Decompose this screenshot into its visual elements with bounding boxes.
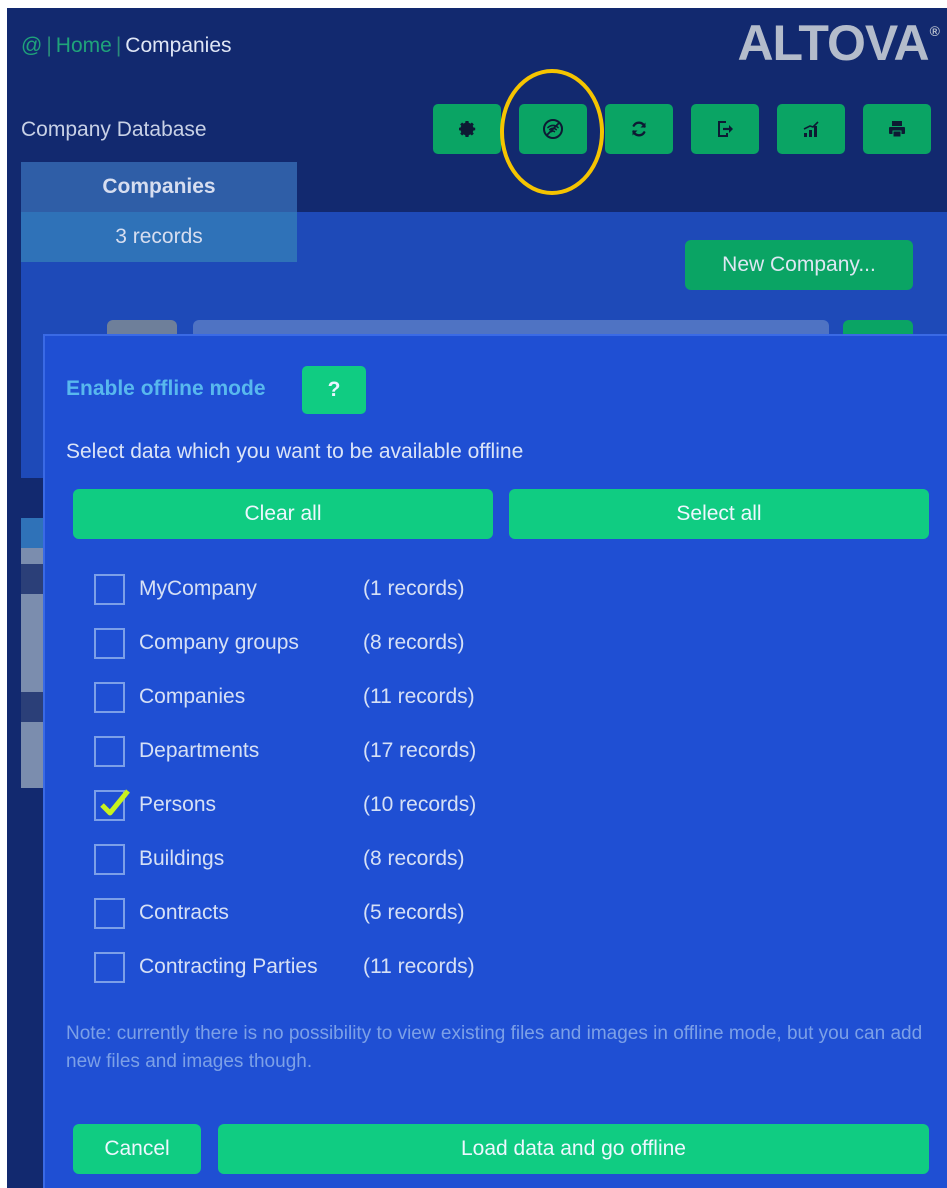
- breadcrumb: @ | Home | Companies: [21, 34, 232, 58]
- item-record-count: (11 records): [363, 955, 475, 978]
- settings-button[interactable]: [433, 104, 501, 154]
- item-label: Persons: [139, 793, 217, 816]
- database-title: Company Database: [21, 118, 207, 141]
- help-button[interactable]: ?: [302, 366, 366, 414]
- tab-companies[interactable]: Companies: [21, 162, 297, 212]
- offline-icon: [543, 119, 563, 139]
- breadcrumb-separator: |: [115, 34, 122, 57]
- item-record-count: (5 records): [363, 901, 465, 924]
- item-label: Companies: [139, 685, 246, 708]
- checkbox[interactable]: [94, 898, 125, 929]
- print-icon: [889, 121, 905, 138]
- breadcrumb-separator: |: [46, 34, 52, 57]
- item-record-count: (10 records): [363, 793, 477, 816]
- breadcrumb-at-link[interactable]: @: [21, 34, 42, 57]
- cancel-button[interactable]: Cancel: [73, 1124, 201, 1174]
- checkbox[interactable]: [94, 628, 125, 659]
- checkbox[interactable]: [94, 682, 125, 713]
- dialog-title: Enable offline mode: [66, 377, 266, 400]
- item-label: MyCompany: [139, 577, 257, 600]
- checkbox[interactable]: [94, 844, 125, 875]
- item-record-count: (8 records): [363, 847, 465, 870]
- gear-icon: [459, 121, 476, 137]
- item-label: Departments: [139, 739, 260, 762]
- dialog-subtitle: Select data which you want to be availab…: [66, 440, 524, 463]
- breadcrumb-home-link[interactable]: Home: [56, 34, 112, 57]
- item-record-count: (1 records): [363, 577, 465, 600]
- breadcrumb-current: Companies: [125, 34, 232, 57]
- record-count: 3 records: [21, 212, 297, 262]
- sync-icon: [632, 121, 646, 137]
- offline-mode-dialog: Enable offline mode ? Select data which …: [43, 334, 947, 1188]
- export-icon: [718, 121, 733, 137]
- logo-registered-mark: ®: [929, 23, 940, 39]
- item-label: Contracts: [139, 901, 229, 924]
- item-label: Contracting Parties: [139, 955, 318, 978]
- select-all-button[interactable]: Select all: [509, 489, 929, 539]
- item-label: Buildings: [139, 847, 225, 870]
- checkbox[interactable]: [94, 789, 130, 821]
- export-button[interactable]: [691, 104, 759, 154]
- go-offline-button[interactable]: Load data and go offline: [218, 1124, 929, 1174]
- chart-icon: [803, 121, 819, 137]
- offline-mode-button[interactable]: [519, 104, 587, 154]
- app-window: @ | Home | Companies ALTOVA® Company Databas…: [7, 8, 947, 1188]
- item-record-count: (17 records): [363, 739, 477, 762]
- clear-all-button[interactable]: Clear all: [73, 489, 493, 539]
- altova-logo: ALTOVA®: [737, 15, 940, 71]
- print-button[interactable]: [863, 104, 931, 154]
- checkbox[interactable]: [94, 952, 125, 983]
- checkbox[interactable]: [94, 574, 125, 605]
- item-record-count: (8 records): [363, 631, 465, 654]
- sync-button[interactable]: [605, 104, 673, 154]
- logo-text: ALTOVA: [737, 15, 929, 71]
- item-label: Company groups: [139, 631, 299, 654]
- chart-button[interactable]: [777, 104, 845, 154]
- checkbox[interactable]: [94, 736, 125, 767]
- checkmark-icon: [100, 789, 130, 816]
- new-company-button[interactable]: New Company...: [685, 240, 913, 290]
- item-record-count: (11 records): [363, 685, 475, 708]
- offline-note: Note: currently there is no possibility …: [66, 1023, 923, 1072]
